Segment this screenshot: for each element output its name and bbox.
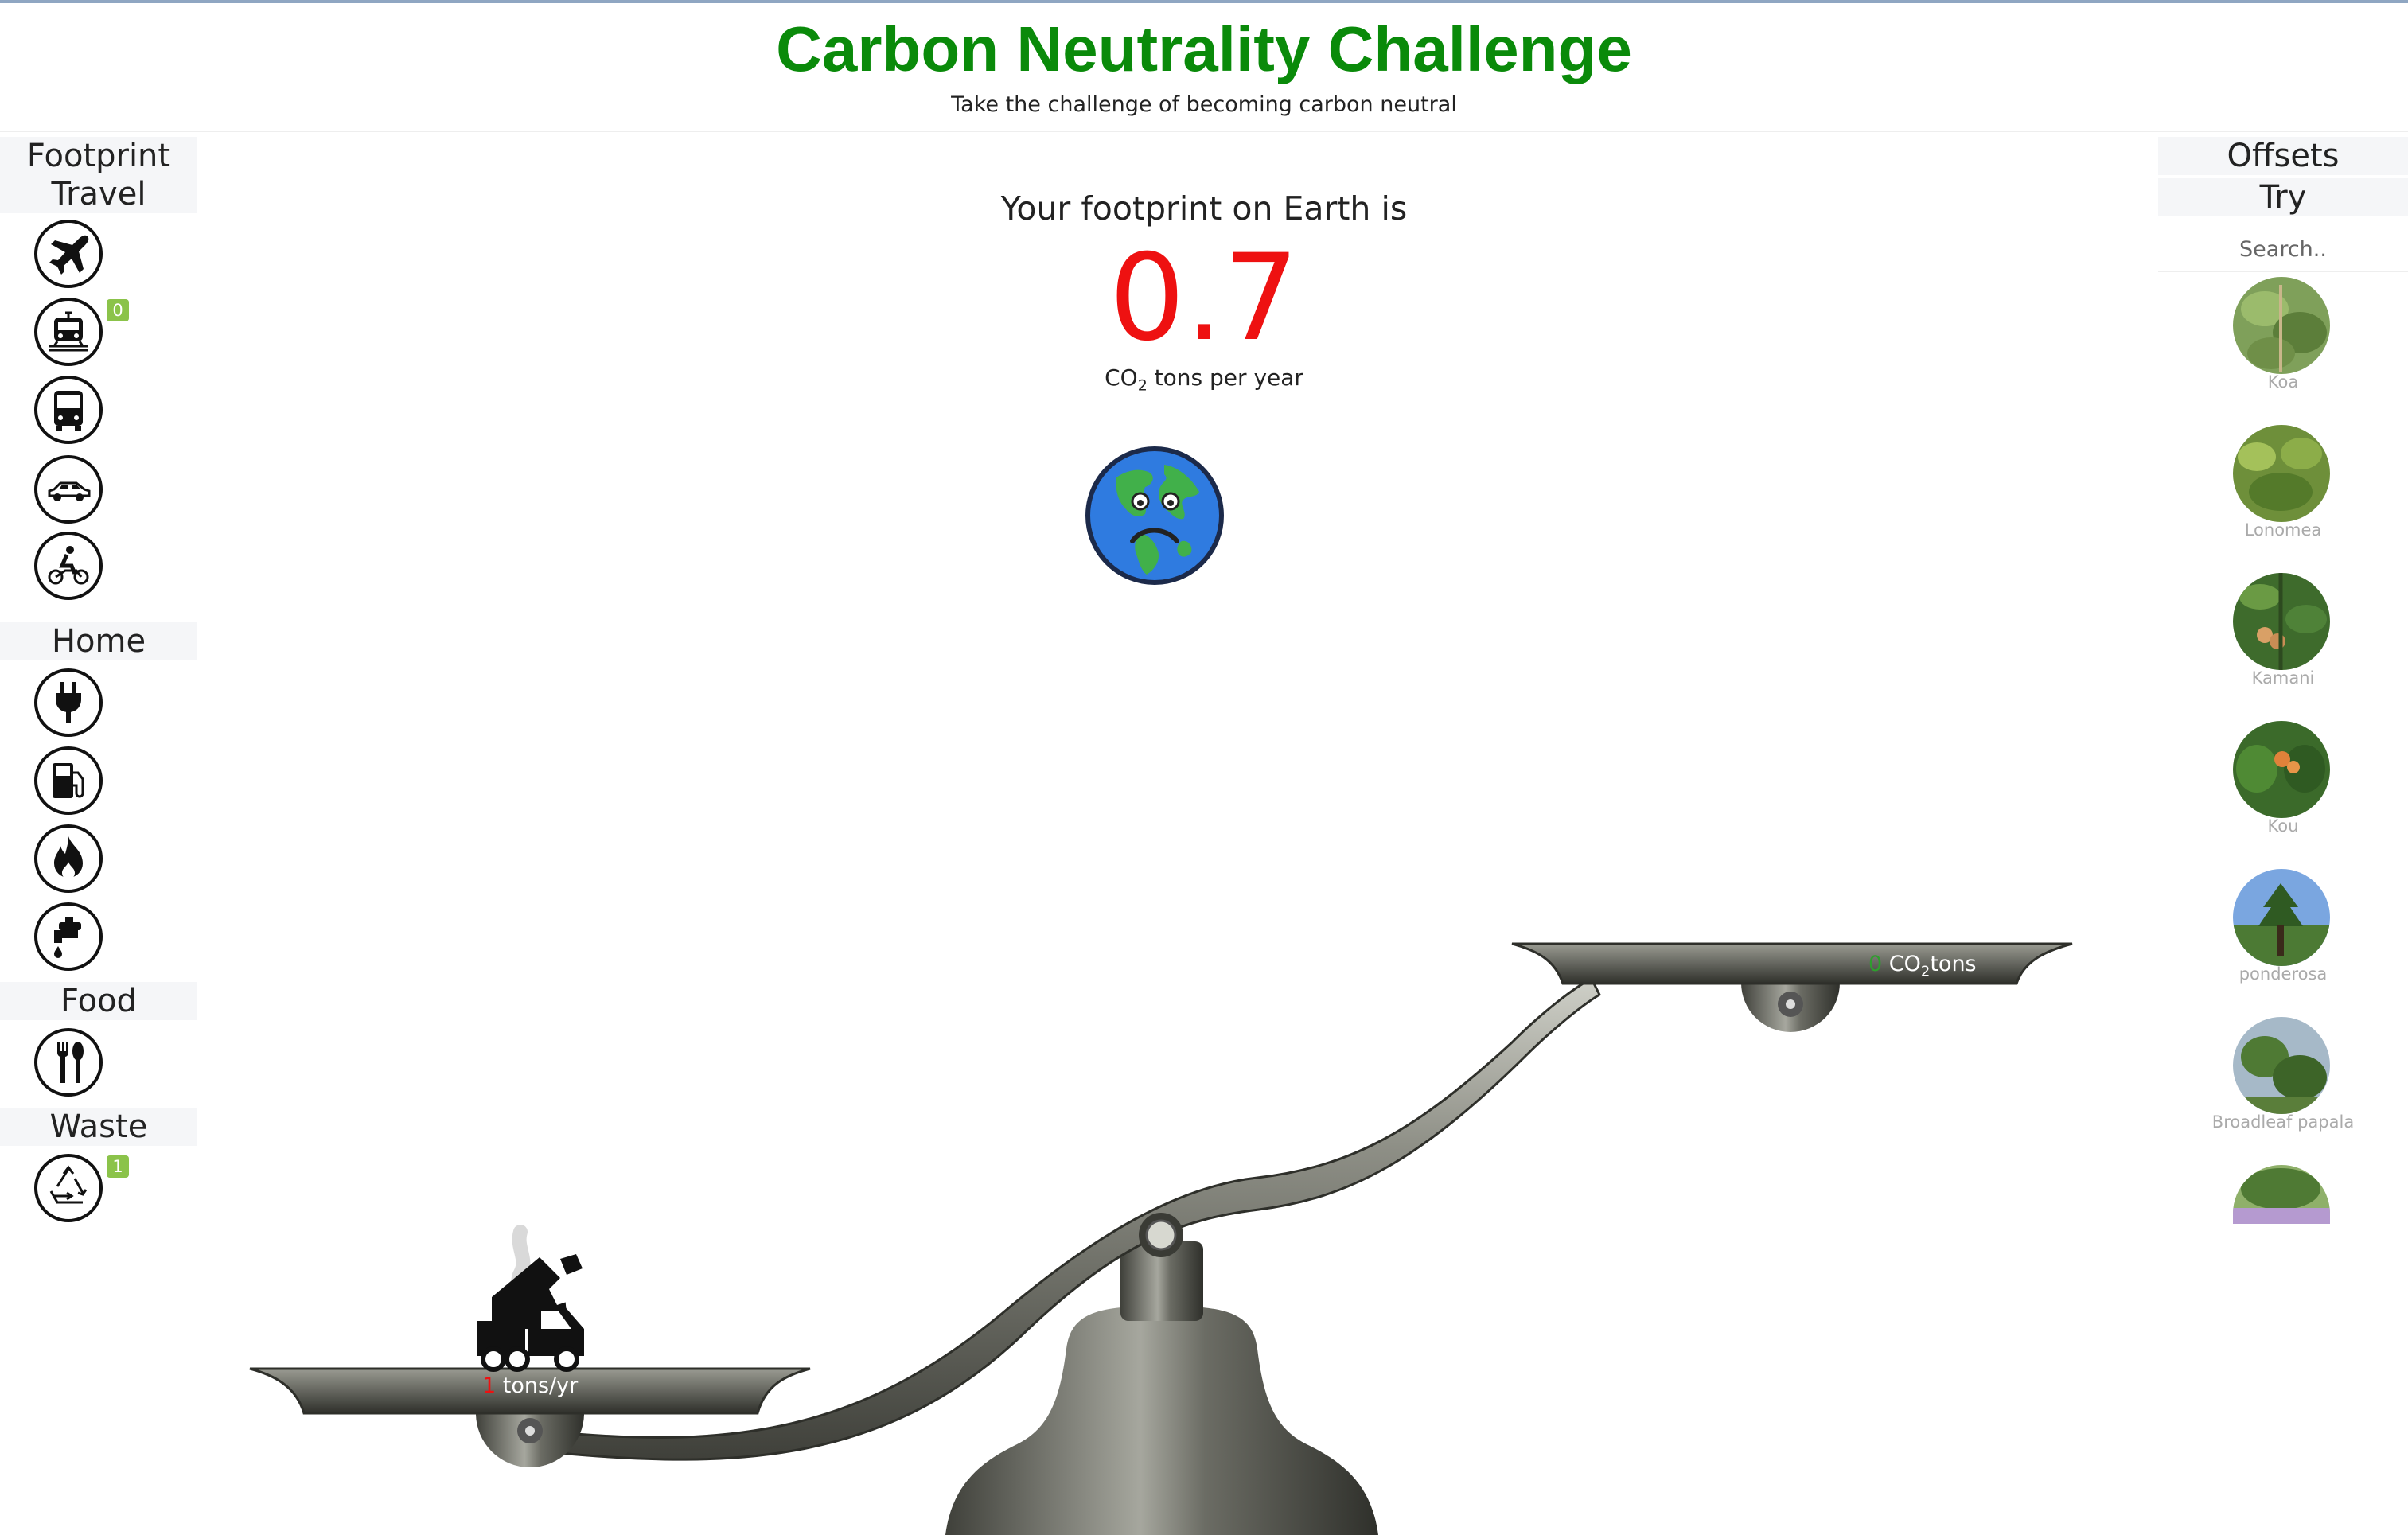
lonomea-photo (2233, 425, 2330, 522)
plant-name: Koa (2267, 372, 2299, 392)
right-pan (1511, 942, 2073, 985)
kamani-photo (2233, 573, 2330, 670)
left-pan-label: 1 tons/yr (482, 1373, 578, 1398)
offset-plant-ponderosa[interactable]: ponderosa (2158, 869, 2408, 1017)
right-pan-unit-co: CO (1888, 952, 1921, 976)
broadleaf-papala-photo (2233, 1017, 2330, 1114)
left-pan-unit: tons/yr (496, 1373, 579, 1398)
offset-plant-partial[interactable] (2158, 1165, 2408, 1224)
plant-name: ponderosa (2239, 964, 2328, 984)
offset-plant-lonomea[interactable]: Lonomea (2158, 425, 2408, 573)
plant-name: Broadleaf papala (2211, 1112, 2355, 1132)
left-pan-value: 1 (482, 1373, 497, 1398)
offset-plant-kou[interactable]: Kou (2158, 721, 2408, 869)
balance-scale (249, 942, 2073, 1535)
offsets-sidebar: Offsets Try Koa (2158, 134, 2408, 1232)
offset-plant-broadleaf-papala[interactable]: Broadleaf papala (2158, 1017, 2408, 1165)
plant-name: Kamani (2251, 668, 2315, 688)
offset-plant-koa[interactable]: Koa (2158, 277, 2408, 425)
right-pan-unit-sub: 2 (1920, 963, 1931, 980)
plant-photo-partial (2233, 1165, 2330, 1224)
right-pan-value: 0 (1868, 952, 1883, 976)
right-pan-label: 0 CO2tons (1868, 952, 1977, 980)
kou-photo (2233, 721, 2330, 818)
offsets-heading: Offsets (2158, 137, 2408, 175)
plant-name: Lonomea (2244, 520, 2322, 540)
offsets-try-heading: Try (2158, 178, 2408, 216)
offsets-list: Koa Lonomea Kamani Kou ponderosa Broadle… (2158, 277, 2408, 1224)
right-pan-unit-rest: tons (1930, 952, 1977, 976)
offset-plant-kamani[interactable]: Kamani (2158, 573, 2408, 721)
ponderosa-photo (2233, 869, 2330, 966)
offsets-search-input[interactable] (2158, 228, 2408, 272)
plant-name: Kou (2267, 816, 2299, 836)
koa-photo (2233, 277, 2330, 374)
garbage-truck-icon (477, 1225, 584, 1372)
